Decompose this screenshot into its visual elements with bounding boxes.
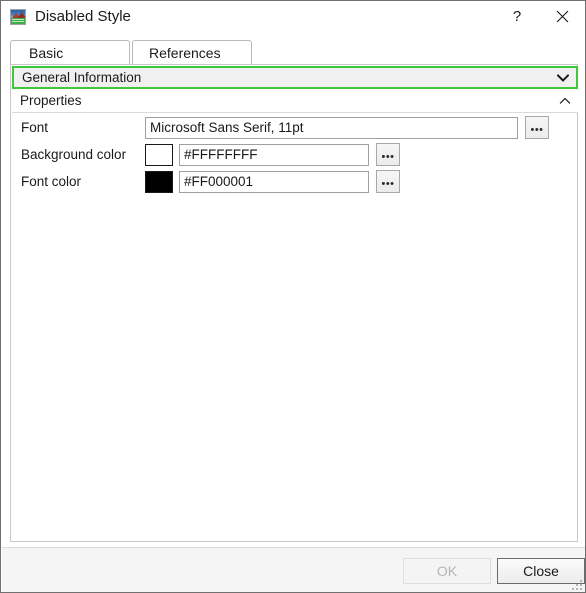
background-color-label: Background color <box>21 147 127 162</box>
chevron-down-icon[interactable] <box>550 73 576 82</box>
properties-form: Font ••• Background color ••• Font color <box>11 114 577 195</box>
group-header-properties[interactable]: Properties <box>12 89 578 113</box>
property-row-font: Font ••• <box>11 114 577 141</box>
group-general-information-label: General Information <box>22 70 142 85</box>
property-row-font-color: Font color ••• <box>11 168 577 195</box>
group-properties-label: Properties <box>20 93 82 108</box>
chevron-up-icon[interactable] <box>552 97 578 105</box>
dialog-footer: OK Close <box>2 547 585 592</box>
font-color-swatch[interactable] <box>145 170 173 193</box>
ellipsis-icon: ••• <box>381 178 395 190</box>
group-header-general-information[interactable]: General Information <box>12 66 578 89</box>
resize-grip[interactable] <box>570 578 583 591</box>
background-color-browse-button[interactable]: ••• <box>376 143 400 166</box>
font-input[interactable] <box>145 116 518 139</box>
background-color-swatch[interactable] <box>145 143 173 166</box>
tab-content-panel: General Information Properties Font Micr… <box>10 64 578 542</box>
ellipsis-icon: ••• <box>381 151 395 163</box>
font-color-label: Font color <box>21 174 82 189</box>
tab-basic[interactable]: Basic <box>10 40 130 65</box>
font-color-browse-button[interactable]: ••• <box>376 170 400 193</box>
help-button[interactable]: ? <box>495 1 539 32</box>
tab-references[interactable]: References <box>132 40 252 65</box>
font-browse-button[interactable]: ••• <box>525 116 549 139</box>
font-label: Font <box>21 120 49 135</box>
close-window-button[interactable] <box>539 1 585 32</box>
ellipsis-icon: ••• <box>530 124 544 136</box>
background-color-input[interactable] <box>179 143 369 166</box>
tab-strip: Basic References <box>10 39 578 65</box>
dialog-window: Disabled Style ? Basic References Genera… <box>0 0 586 593</box>
ok-button[interactable]: OK <box>403 558 491 584</box>
window-controls: ? <box>495 1 585 32</box>
property-row-background-color: Background color ••• <box>11 141 577 168</box>
font-color-input[interactable] <box>179 170 369 193</box>
picture-icon <box>10 8 26 25</box>
window-title: Disabled Style <box>35 8 131 25</box>
